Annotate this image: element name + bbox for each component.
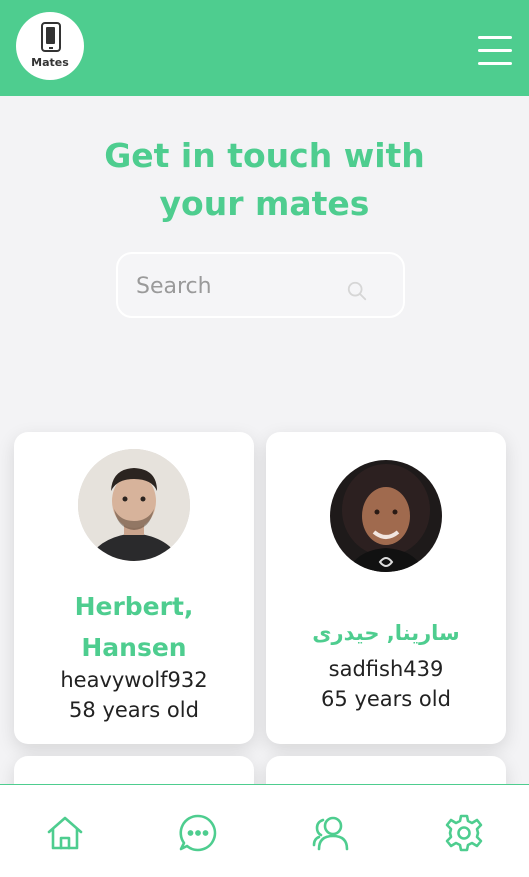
app-header: Mates xyxy=(0,0,529,96)
chat-icon[interactable] xyxy=(178,813,218,853)
users-icon[interactable] xyxy=(311,813,351,853)
search-icon[interactable] xyxy=(346,280,368,302)
logo-text: Mates xyxy=(31,56,69,69)
bottom-nav xyxy=(0,784,529,877)
mate-card[interactable]: Herbert, Hansen heavywolf932 58 years ol… xyxy=(14,432,254,744)
home-icon[interactable] xyxy=(45,813,85,853)
gear-icon[interactable] xyxy=(444,813,484,853)
mate-name[interactable]: Herbert, Hansen xyxy=(24,586,244,668)
page-title-line-2: your mates xyxy=(159,184,370,223)
app-logo[interactable]: Mates xyxy=(16,12,84,80)
avatar xyxy=(78,449,190,561)
search-input[interactable] xyxy=(136,268,336,304)
mate-username: heavywolf932 xyxy=(60,668,208,692)
search-box xyxy=(116,252,405,318)
mate-age: 65 years old xyxy=(321,687,451,711)
mate-username: sadfish439 xyxy=(328,657,444,681)
avatar xyxy=(330,460,442,572)
mate-age: 58 years old xyxy=(69,698,199,722)
hamburger-menu-icon[interactable] xyxy=(478,36,512,66)
phone-icon xyxy=(41,22,61,52)
page-title: Get in touch with your mates xyxy=(0,132,529,228)
mate-card[interactable]: سارينا, حيدری sadfish439 65 years old xyxy=(266,432,506,744)
mate-name[interactable]: سارينا, حيدری xyxy=(276,616,496,650)
page-title-line-1: Get in touch with xyxy=(104,136,425,175)
